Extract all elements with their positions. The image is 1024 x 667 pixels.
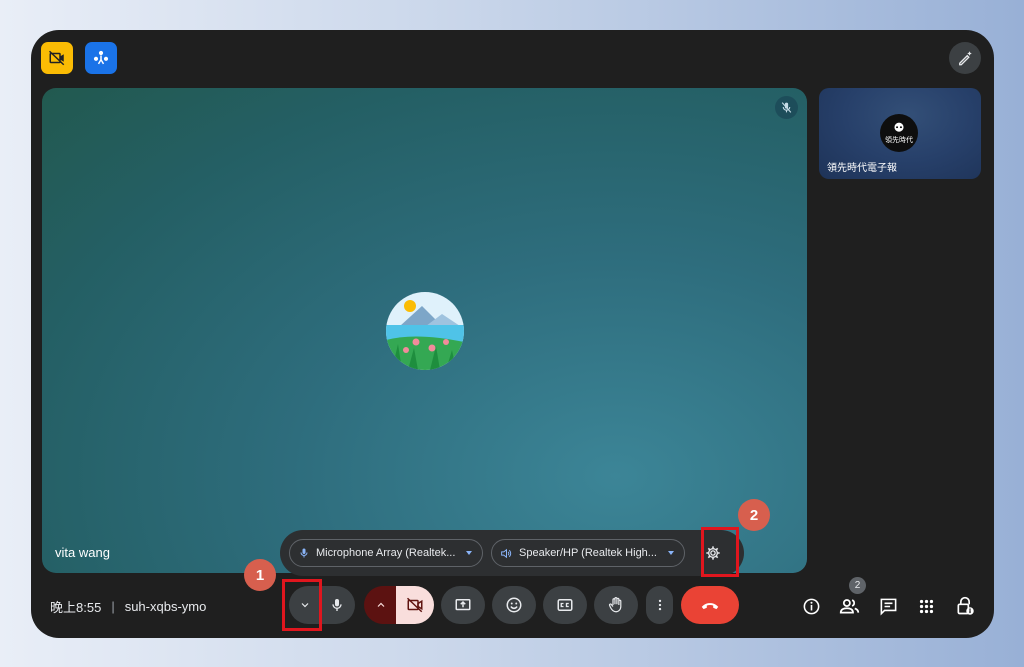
people-icon[interactable] <box>836 593 862 619</box>
separator: | <box>111 599 115 614</box>
participant-name: vita wang <box>55 545 110 560</box>
side-avatar-label: 領先時代 <box>885 136 913 144</box>
mic-icon <box>300 548 308 558</box>
side-participant-name: 領先時代電子報 <box>827 163 897 174</box>
dropdown-arrow-icon <box>668 551 674 555</box>
camera-button[interactable] <box>396 586 434 624</box>
side-avatar: 領先時代 <box>880 114 918 152</box>
avatar <box>386 292 464 370</box>
side-video-tile[interactable]: 領先時代 領先時代電子報 <box>819 88 981 179</box>
more-options-button[interactable] <box>646 586 673 624</box>
speaker-select[interactable]: Speaker/HP (Realtek High... <box>491 539 685 567</box>
more-vert-icon <box>658 599 661 611</box>
participant-count-badge: 2 <box>849 577 866 594</box>
meeting-code: suh-xqbs-ymo <box>124 599 207 614</box>
chevron-up-icon <box>377 602 385 607</box>
meeting-time: 晚上8:55 <box>50 600 102 615</box>
meet-window: vita wang 領先時代 領先時代電子報 Microphone Array … <box>31 30 994 638</box>
step-badge-1: 1 <box>244 559 276 591</box>
meeting-info: 晚上8:55 | suh-xqbs-ymo <box>50 597 206 616</box>
raise-hand-icon <box>608 597 622 613</box>
present-icon <box>455 599 471 611</box>
highlight-box-audio-options <box>282 579 322 631</box>
emoji-button[interactable] <box>492 586 536 624</box>
magic-edit-icon[interactable] <box>949 42 981 74</box>
mic-off-icon <box>775 96 798 119</box>
microphone-select[interactable]: Microphone Array (Realtek... <box>289 539 483 567</box>
main-video-tile[interactable]: vita wang <box>42 88 807 573</box>
host-controls-icon[interactable] <box>952 593 978 619</box>
info-icon[interactable] <box>798 593 824 619</box>
captions-button[interactable] <box>543 586 587 624</box>
apps-icon[interactable] <box>913 593 939 619</box>
captions-icon <box>557 599 573 611</box>
raise-hand-button[interactable] <box>594 586 638 624</box>
leave-call-button[interactable] <box>681 586 739 624</box>
camera-off-icon <box>406 597 423 613</box>
chat-icon[interactable] <box>875 593 901 619</box>
highlight-box-settings <box>701 527 739 577</box>
dropdown-arrow-icon <box>466 551 472 555</box>
device-settings-bar: Microphone Array (Realtek... Speaker/HP … <box>280 530 744 576</box>
mic-icon <box>332 599 342 611</box>
video-options-button[interactable] <box>364 586 398 624</box>
activity-icon[interactable] <box>85 42 117 74</box>
step-badge-2: 2 <box>738 499 770 531</box>
present-button[interactable] <box>441 586 485 624</box>
microphone-label: Microphone Array (Realtek... <box>316 547 456 559</box>
end-call-icon <box>701 603 719 610</box>
speaker-label: Speaker/HP (Realtek High... <box>519 547 657 559</box>
emoji-icon <box>506 597 522 613</box>
speaker-icon <box>501 548 512 558</box>
mic-button[interactable] <box>319 586 355 624</box>
no-video-icon[interactable] <box>41 42 73 74</box>
